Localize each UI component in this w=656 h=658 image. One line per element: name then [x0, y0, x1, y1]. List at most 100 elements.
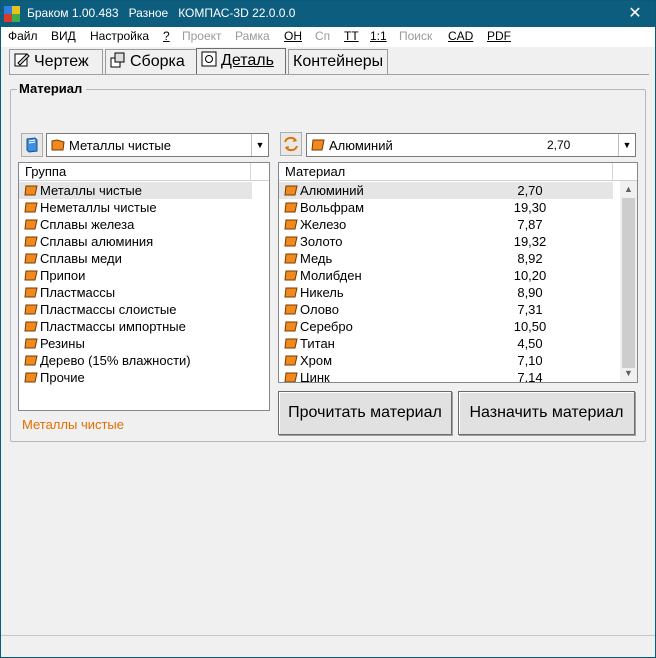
group-name: Пластмассы импортные [40, 319, 186, 334]
tab-assembly[interactable]: Сборка [105, 49, 197, 74]
material-icon [284, 372, 298, 382]
scroll-up-icon[interactable]: ▲ [620, 181, 637, 198]
material-name: Алюминий [300, 183, 364, 198]
material-icon [24, 236, 38, 247]
list-item[interactable]: Припои [19, 267, 252, 284]
material-icon [24, 304, 38, 315]
book-icon [26, 137, 38, 153]
list-item[interactable]: Сплавы меди [19, 250, 252, 267]
list-item[interactable]: Пластмассы слоистые [19, 301, 252, 318]
group-list-header: Группа [19, 163, 269, 181]
table-row[interactable]: Алюминий 2,70 [279, 182, 613, 199]
list-item[interactable]: Сплавы железа [19, 216, 252, 233]
list-item[interactable]: Сплавы алюминия [19, 233, 252, 250]
material-icon [24, 185, 38, 196]
material-name: Железо [300, 217, 347, 232]
list-item[interactable]: Пластмассы импортные [19, 318, 252, 335]
scroll-thumb[interactable] [622, 198, 635, 368]
menu-scale[interactable]: 1:1 [370, 29, 387, 43]
list-item[interactable]: Пластмассы [19, 284, 252, 301]
list-item[interactable]: Металлы чистые [19, 182, 252, 199]
material-combo[interactable]: Алюминий 2,70 ▼ [306, 133, 636, 157]
menu-pdf[interactable]: PDF [487, 29, 511, 43]
menu-sp[interactable]: Сп [315, 29, 330, 43]
table-row[interactable]: Серебро 10,50 [279, 318, 613, 335]
menu-tt[interactable]: ТТ [344, 29, 359, 43]
group-name: Неметаллы чистые [40, 200, 157, 215]
material-name: Серебро [300, 319, 353, 334]
menu-settings[interactable]: Настройка [90, 29, 149, 43]
material-icon [24, 355, 38, 366]
menu-view[interactable]: ВИД [51, 29, 76, 43]
group-book-button[interactable] [21, 133, 43, 157]
material-icon [284, 321, 298, 332]
material-combo-density: 2,70 [547, 138, 571, 152]
table-row[interactable]: Олово 7,31 [279, 301, 613, 318]
table-row[interactable]: Никель 8,90 [279, 284, 613, 301]
material-icon [24, 253, 38, 264]
window-title: Браком 1.00.483 Разное КОМПАС-3D 22.0.0.… [27, 6, 296, 20]
list-item[interactable]: Резины [19, 335, 252, 352]
list-item[interactable]: Неметаллы чистые [19, 199, 252, 216]
app-window: Браком 1.00.483 Разное КОМПАС-3D 22.0.0.… [0, 0, 656, 658]
menu-file[interactable]: Файл [8, 29, 38, 43]
menu-cad[interactable]: CAD [448, 29, 473, 43]
close-button[interactable]: ✕ [615, 1, 655, 27]
chevron-down-icon[interactable]: ▼ [251, 134, 268, 156]
material-name: Медь [300, 251, 333, 266]
table-row[interactable]: Титан 4,50 [279, 335, 613, 352]
assembly-icon [110, 52, 125, 68]
app-logo-icon [4, 6, 20, 22]
material-list[interactable]: Материал Алюминий 2,70 Вольфрам 19,30 Железо… [278, 162, 638, 383]
material-icon [311, 139, 325, 151]
material-icon [24, 372, 38, 383]
group-name: Резины [40, 336, 85, 351]
group-name: Сплавы меди [40, 251, 122, 266]
material-density: 10,50 [513, 319, 547, 334]
material-density: 2,70 [517, 183, 543, 198]
tab-containers[interactable]: Контейнеры [288, 49, 388, 74]
material-folder-icon [51, 139, 65, 151]
material-icon [24, 202, 38, 213]
table-row[interactable]: Железо 7,87 [279, 216, 613, 233]
material-density: 10,20 [513, 268, 547, 283]
scroll-down-icon[interactable]: ▼ [620, 365, 637, 382]
group-name: Сплавы железа [40, 217, 135, 232]
tab-drawing-label: Чертеж [34, 53, 89, 70]
material-density: 8,90 [517, 285, 543, 300]
list-item[interactable]: Дерево (15% влажности) [19, 352, 252, 369]
list-item[interactable]: Прочие [19, 369, 252, 386]
table-row[interactable]: Хром 7,10 [279, 352, 613, 369]
assign-material-button[interactable]: Назначить материал [458, 391, 635, 435]
table-row[interactable]: Вольфрам 19,30 [279, 199, 613, 216]
tab-drawing[interactable]: Чертеж [9, 49, 103, 74]
group-column-header[interactable]: Группа [19, 163, 251, 181]
read-material-button[interactable]: Прочитать материал [278, 391, 452, 435]
material-name: Вольфрам [300, 200, 365, 215]
tab-assembly-label: Сборка [130, 53, 185, 70]
close-icon[interactable]: ✕ [628, 5, 641, 22]
group-name: Металлы чистые [40, 183, 143, 198]
table-row[interactable]: Золото 19,32 [279, 233, 613, 250]
material-column-header[interactable]: Материал [279, 163, 613, 181]
table-row[interactable]: Цинк 7,14 [279, 369, 613, 382]
menu-project[interactable]: Проект [182, 29, 222, 43]
material-icon [24, 270, 38, 281]
group-combo[interactable]: Металлы чистые ▼ [46, 133, 269, 157]
drawing-icon [14, 53, 30, 67]
tab-part-label: Деталь [221, 52, 274, 69]
menu-help[interactable]: ? [163, 29, 170, 43]
chevron-down-icon[interactable]: ▼ [618, 134, 635, 156]
material-icon [24, 287, 38, 298]
table-row[interactable]: Молибден 10,20 [279, 267, 613, 284]
menu-oh[interactable]: ОН [284, 29, 302, 43]
material-scrollbar[interactable]: ▲ ▼ [620, 181, 637, 382]
group-list[interactable]: Группа Металлы чистые Неметаллы чистые Спл… [18, 162, 270, 411]
table-row[interactable]: Медь 8,92 [279, 250, 613, 267]
tab-part[interactable]: Деталь [196, 48, 286, 74]
selected-group-label: Металлы чистые [22, 417, 125, 432]
title-bar[interactable]: Браком 1.00.483 Разное КОМПАС-3D 22.0.0.… [1, 1, 655, 27]
menu-frame[interactable]: Рамка [235, 29, 270, 43]
swap-button[interactable] [280, 132, 302, 156]
menu-search[interactable]: Поиск [399, 29, 432, 43]
